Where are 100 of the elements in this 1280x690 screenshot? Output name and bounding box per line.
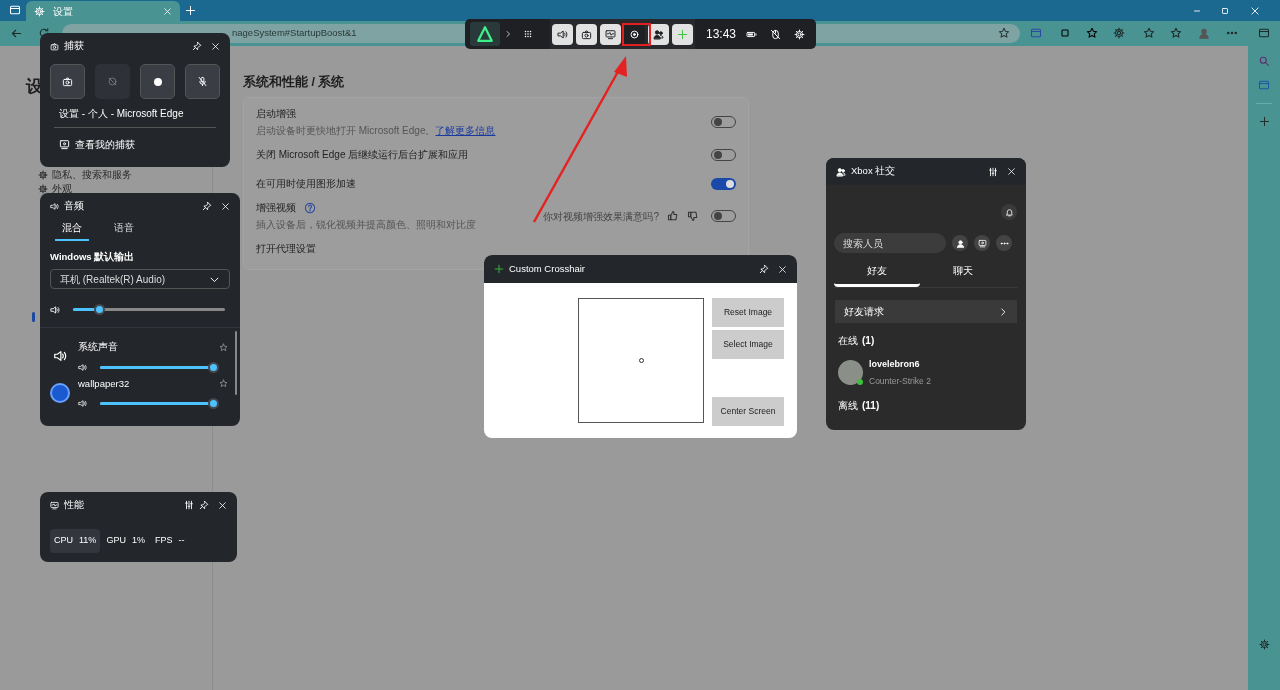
star-icon[interactable]: [219, 379, 228, 389]
friend-requests-row[interactable]: 好友请求: [835, 300, 1017, 324]
tab-actions-icon[interactable]: [9, 4, 21, 16]
audio-tab[interactable]: 语音: [107, 220, 141, 241]
setting-description: 启动设备时更快地打开 Microsoft Edge。了解更多信息: [256, 124, 497, 138]
gallery-icon: [59, 139, 70, 150]
pin-icon[interactable]: [202, 201, 212, 211]
new-tab-icon[interactable]: [185, 5, 196, 16]
volume-icon[interactable]: [50, 304, 60, 315]
pin-icon[interactable]: [759, 264, 769, 274]
slider-thumb[interactable]: [93, 304, 105, 316]
add-icon[interactable]: [1258, 116, 1270, 127]
audio-tab[interactable]: 混合: [55, 220, 89, 241]
social-tab[interactable]: 聊天: [920, 261, 1006, 288]
clock: 13:43: [706, 26, 737, 43]
output-device-dropdown[interactable]: 耳机 (Realtek(R) Audio): [50, 269, 230, 290]
search-icon[interactable]: [1258, 55, 1270, 67]
close-icon[interactable]: [778, 264, 787, 274]
crosshair-button[interactable]: Center Screen: [712, 397, 784, 426]
stat-tab[interactable]: GPU 1%: [102, 529, 149, 553]
crosshair-button[interactable]: Select Image: [712, 330, 784, 359]
volume-icon[interactable]: [78, 362, 87, 372]
add-friend-icon: [955, 238, 965, 248]
widget-button[interactable]: [600, 23, 621, 45]
widget-menu-icon[interactable]: [523, 29, 533, 39]
section-header: 离线: [838, 398, 858, 413]
pin-icon[interactable]: [192, 41, 202, 51]
triangle-logo-icon: [476, 25, 494, 43]
stat-tab[interactable]: CPU 11%: [50, 529, 101, 553]
widget-button[interactable]: [672, 23, 693, 45]
nav-item[interactable]: 外观: [38, 181, 72, 196]
record-button[interactable]: [140, 64, 175, 99]
toggle-switch[interactable]: [711, 177, 736, 190]
section-header: 在线: [838, 334, 858, 349]
search-field[interactable]: 搜索人员: [834, 233, 946, 253]
app-name: wallpaper32: [78, 376, 131, 391]
browser-tab[interactable]: 设置: [26, 1, 180, 21]
screenshot-button[interactable]: [50, 64, 85, 99]
gallery-link[interactable]: 查看我的捕获: [40, 128, 230, 152]
breadcrumb: 系统和性能 / 系统: [243, 74, 345, 91]
plus-icon: [494, 264, 504, 274]
widget-title: Xbox 社交: [851, 164, 897, 179]
microphone-button[interactable]: [185, 64, 220, 99]
thumbs-up-icon[interactable]: [667, 210, 679, 222]
help-icon[interactable]: [304, 201, 316, 214]
app-icon: [50, 382, 70, 403]
widget-button[interactable]: [552, 23, 573, 45]
favorite-star-icon[interactable]: [998, 27, 1010, 39]
people-icon: [653, 28, 664, 40]
setting-title: 关闭 Microsoft Edge 后继续运行后台扩展和应用: [256, 148, 469, 162]
widget-title: 性能: [64, 497, 85, 512]
restore-icon[interactable]: [1220, 6, 1230, 16]
close-icon[interactable]: [1250, 6, 1260, 16]
stat-tab[interactable]: FPS --: [150, 529, 189, 553]
widget-button[interactable]: [576, 23, 597, 45]
microphone-off-icon: [197, 76, 208, 87]
add-friend-button[interactable]: [952, 235, 968, 251]
notifications-button[interactable]: [1001, 204, 1017, 220]
back-icon[interactable]: [10, 27, 23, 40]
people-icon: [836, 166, 846, 177]
close-icon[interactable]: [218, 500, 227, 510]
settings-sliders-icon[interactable]: [184, 500, 194, 510]
volume-icon[interactable]: [78, 398, 87, 408]
monitor-icon: [50, 500, 59, 510]
sidebar-toggle-icon[interactable]: [1258, 27, 1270, 39]
chevron-right-icon[interactable]: [504, 30, 512, 38]
nav-icon: [38, 183, 48, 194]
section-count: (11): [862, 398, 880, 413]
star-icon[interactable]: [219, 342, 228, 352]
crosshair-button[interactable]: Reset Image: [712, 298, 784, 327]
slider-thumb[interactable]: [208, 361, 219, 373]
friend-row[interactable]: lovelebron6 Counter-Strike 2: [826, 348, 1026, 388]
favorites-icon[interactable]: [1143, 27, 1155, 39]
close-icon[interactable]: [221, 201, 230, 211]
setting-title: 打开代理设置: [256, 242, 316, 256]
captured-app-name: 设置 - 个人 - Microsoft Edge: [58, 107, 185, 121]
nav-item[interactable]: 隐私、搜索和服务: [38, 167, 132, 182]
link-account-button[interactable]: [974, 235, 990, 251]
feedback-question: 你对视频增强效果满意吗?: [543, 209, 659, 224]
learn-more-link[interactable]: 了解更多信息: [435, 125, 496, 136]
close-icon[interactable]: [1007, 167, 1016, 176]
close-icon[interactable]: [211, 41, 220, 51]
friend-name: lovelebron6: [869, 358, 921, 372]
camera-icon: [62, 76, 73, 87]
widget-button[interactable]: [624, 23, 645, 45]
speaker-icon: [53, 349, 67, 364]
widget-title: Custom Crosshair: [509, 261, 587, 276]
highlight-box: [622, 23, 651, 46]
settings-sliders-icon[interactable]: [988, 166, 998, 177]
setting-title: 启动增强: [256, 107, 296, 121]
social-tab[interactable]: 好友: [834, 261, 920, 288]
thumbs-down-icon[interactable]: [687, 210, 699, 222]
slider-thumb[interactable]: [208, 397, 219, 409]
more-button[interactable]: [996, 235, 1012, 251]
speaker-icon: [557, 28, 568, 40]
bell-icon: [1004, 207, 1014, 217]
plus-icon: [677, 28, 688, 40]
pin-icon[interactable]: [199, 500, 209, 510]
setting-title: 在可用时使用图形加速: [256, 177, 356, 191]
setting-title: 增强视频: [256, 201, 296, 215]
